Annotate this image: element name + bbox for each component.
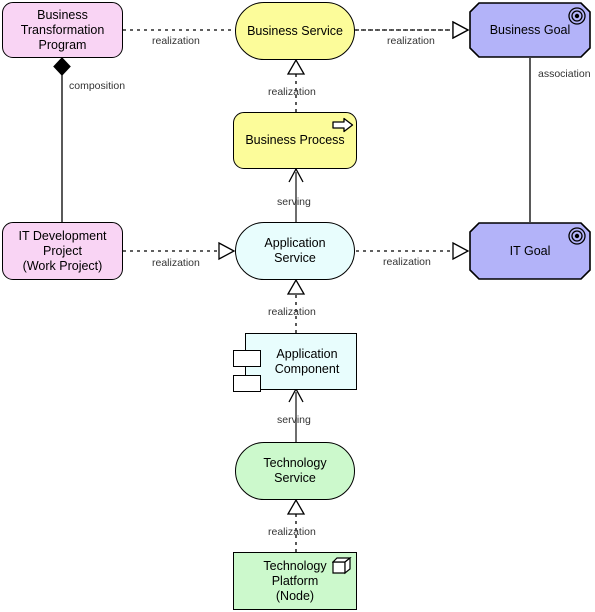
- node-it-goal[interactable]: IT Goal: [469, 222, 591, 280]
- node-business-transformation-program[interactable]: Business Transformation Program: [2, 2, 123, 58]
- node-label: Application Component: [274, 346, 340, 376]
- node-business-process[interactable]: Business Process: [233, 112, 357, 169]
- edge-label-composition-btp-to-it-development-project: composition: [69, 80, 126, 92]
- node-it-development-project[interactable]: IT Development Project (Work Project): [2, 222, 123, 280]
- node-label: Technology Service: [263, 456, 327, 485]
- component-tab-upper-icon: [233, 350, 261, 367]
- component-tab-lower-icon: [233, 375, 261, 392]
- node-label: Business Goal: [489, 22, 571, 37]
- edge-label-realization-business-process-to-business-service: realization: [268, 86, 316, 98]
- node-business-service[interactable]: Business Service: [235, 2, 355, 60]
- edge-label-realization-application-component-to-application-service: realization: [268, 306, 316, 318]
- node-label: IT Goal: [509, 243, 551, 258]
- archimate-diagram-canvas: Business Transformation Program Business…: [0, 0, 595, 612]
- edge-label-realization-business-service-to-business-goal: realization: [387, 35, 435, 47]
- node-technology-service[interactable]: Technology Service: [235, 442, 355, 500]
- edge-label-realization-technology-platform-to-technology-service: realization: [268, 526, 316, 538]
- node-label: Business Service: [247, 23, 343, 38]
- node-label: Application Service: [264, 236, 326, 265]
- edge-label-realization-it-development-project-to-application-service: realization: [152, 257, 200, 269]
- node-label: Business Transformation Program: [20, 7, 105, 52]
- goal-bullseye-icon: [567, 226, 587, 246]
- connector-composition-btp-to-it-development-project[interactable]: [53, 57, 71, 222]
- node-technology-platform[interactable]: Technology Platform (Node): [233, 552, 357, 610]
- edge-label-realization-btp-to-business-service: realization: [152, 35, 200, 47]
- node-application-service[interactable]: Application Service: [235, 222, 355, 280]
- node-business-goal[interactable]: Business Goal: [469, 2, 591, 58]
- node-application-component[interactable]: Application Component: [233, 333, 357, 392]
- edge-label-realization-application-service-to-it-goal: realization: [383, 256, 431, 268]
- process-arrow-icon: [332, 117, 354, 137]
- node-label: IT Development Project (Work Project): [18, 228, 107, 273]
- node-box-icon: [332, 557, 352, 577]
- edge-label-association-business-goal-to-it-goal: association: [538, 68, 591, 80]
- goal-bullseye-icon: [567, 6, 587, 26]
- edge-label-serving-application-service-to-business-process: serving: [277, 196, 311, 208]
- edge-label-serving-technology-service-to-application-component: serving: [277, 414, 311, 426]
